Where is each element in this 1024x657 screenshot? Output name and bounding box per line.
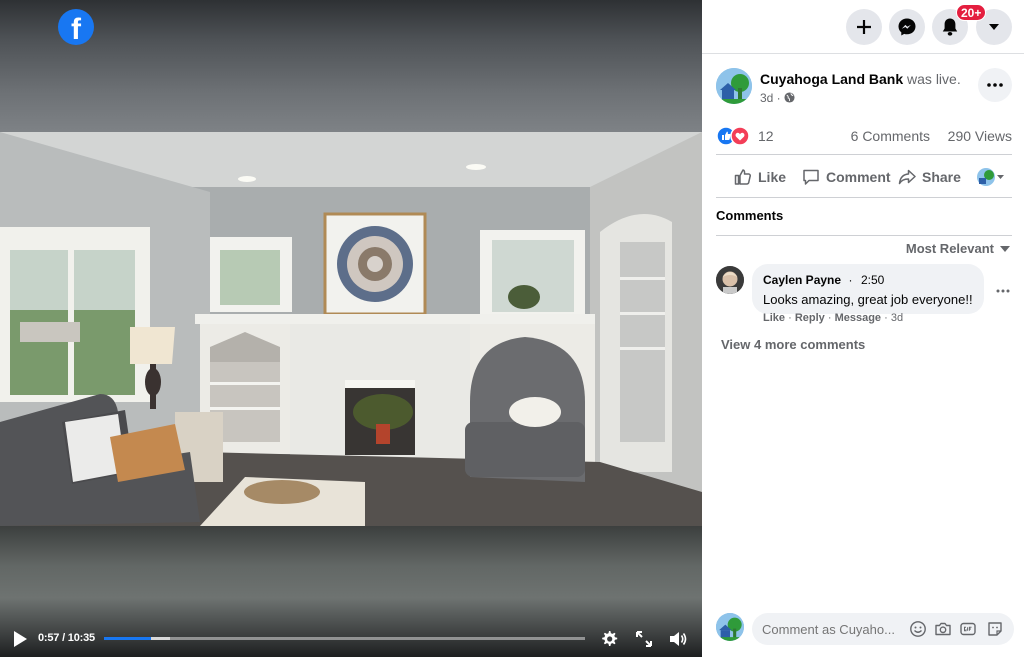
comments-count[interactable]: 6 Comments (851, 128, 930, 144)
sticker-button[interactable] (986, 620, 1004, 638)
comment-sort-dropdown[interactable]: Most Relevant (906, 241, 1010, 256)
comments-heading: Comments (716, 208, 784, 223)
gear-icon (602, 631, 618, 646)
comment-author[interactable]: Caylen Payne (763, 273, 841, 287)
sticker-icon (988, 622, 1002, 636)
view-more-comments-link[interactable]: View 4 more comments (721, 337, 865, 352)
comment-bubble: Caylen Payne · 2:50 Looks amazing, great… (752, 264, 984, 314)
commenter-avatar[interactable] (716, 266, 744, 294)
comment-like-link[interactable]: Like (763, 312, 785, 324)
page-name-line[interactable]: Cuyahoga Land Bank was live. (760, 71, 961, 87)
share-label: Share (922, 169, 961, 185)
caret-down-icon (1000, 245, 1010, 252)
notifications-badge: 20+ (956, 4, 987, 21)
messenger-button[interactable] (889, 9, 925, 45)
emoji-button[interactable] (909, 620, 927, 638)
more-dots-icon (996, 289, 1010, 293)
share-as-graphic (977, 168, 1004, 186)
separator-dot: · (788, 312, 795, 324)
live-status: was live. (907, 71, 961, 87)
gif-icon (960, 622, 976, 636)
share-icon (898, 169, 916, 185)
separator-dot: · (827, 312, 835, 324)
video-controls: 0:57 / 10:35 (0, 620, 702, 657)
volume-icon (670, 632, 687, 646)
living-room-scene (0, 132, 702, 526)
play-icon (14, 631, 27, 647)
post-age: 3d · (760, 91, 781, 105)
separator-dot: · (884, 312, 891, 324)
messenger-icon (898, 18, 916, 36)
video-frame[interactable] (0, 132, 702, 526)
like-button[interactable]: Like (734, 163, 786, 191)
comment-message-link[interactable]: Message (835, 312, 881, 324)
facebook-logo[interactable]: f (58, 9, 94, 45)
like-label: Like (758, 169, 787, 185)
post-time[interactable]: 3d · (760, 91, 795, 105)
photo-button[interactable] (934, 620, 952, 638)
caret-down-icon (989, 24, 999, 30)
share-button[interactable]: Share (898, 163, 961, 191)
seek-progress (104, 637, 152, 640)
settings-button[interactable] (599, 629, 619, 649)
comment-icon (803, 169, 819, 185)
post-side-panel: 20+ Cuyahoga Land Bank was live. 3d · 12… (702, 0, 1024, 657)
page-name[interactable]: Cuyahoga Land Bank (760, 71, 903, 87)
user-photo-icon (716, 266, 744, 294)
comment-reply-link[interactable]: Reply (795, 312, 825, 324)
video-blur-top (0, 0, 702, 132)
page-avatar-mini-icon (977, 168, 995, 186)
post-header: Cuyahoga Land Bank was live. 3d · (716, 68, 1012, 108)
tree-logo-icon (716, 68, 752, 104)
share-as-selector[interactable] (976, 167, 1008, 187)
caret-down-icon (997, 175, 1004, 179)
bell-icon (942, 18, 958, 36)
comment-age[interactable]: 3d (891, 312, 903, 324)
comment-composer (716, 613, 1014, 645)
composer-avatar[interactable] (716, 613, 744, 641)
comment-text: Looks amazing, great job everyone!! (763, 292, 973, 307)
sort-label: Most Relevant (905, 241, 994, 256)
views-count: 290 Views (947, 128, 1012, 144)
comment-video-timestamp[interactable]: 2:50 (861, 273, 884, 287)
seek-bar[interactable] (104, 637, 585, 640)
top-nav: 20+ (702, 0, 1024, 54)
smiley-icon (910, 621, 926, 637)
globe-icon (784, 92, 795, 103)
comment-options-button[interactable] (996, 280, 1012, 293)
reaction-icons[interactable] (716, 126, 752, 146)
video-player[interactable]: f 0:57 / 10:35 (0, 0, 702, 657)
more-dots-icon (987, 83, 1003, 87)
reaction-icons-graphic (716, 126, 750, 146)
plus-icon (857, 20, 871, 34)
volume-button[interactable] (668, 629, 688, 649)
comment-button[interactable]: Comment (802, 163, 891, 191)
page-avatar[interactable] (716, 68, 752, 104)
post-action-bar: Like Comment Share (716, 154, 1012, 198)
play-button[interactable] (12, 630, 30, 648)
fullscreen-button[interactable] (634, 629, 654, 649)
reactions-count[interactable]: 12 (758, 128, 774, 144)
reactions-row: 12 6 Comments 290 Views (716, 126, 1012, 146)
create-button[interactable] (846, 9, 882, 45)
comment-dot-separator: · (848, 273, 853, 287)
tree-logo-icon (716, 613, 744, 641)
logo-glyph: f (71, 13, 81, 45)
camera-icon (935, 622, 951, 636)
love-reaction-icon (730, 126, 750, 146)
expand-icon (636, 631, 652, 647)
comment-actions: Like · Reply · Message · 3d (763, 312, 903, 324)
post-options-button[interactable] (978, 68, 1012, 102)
comment-label: Comment (826, 169, 891, 185)
gif-button[interactable] (959, 620, 977, 638)
time-display: 0:57 / 10:35 (38, 632, 95, 644)
thumbs-up-icon (734, 169, 751, 185)
comments-divider (716, 235, 1012, 236)
comment-input[interactable] (762, 613, 902, 645)
